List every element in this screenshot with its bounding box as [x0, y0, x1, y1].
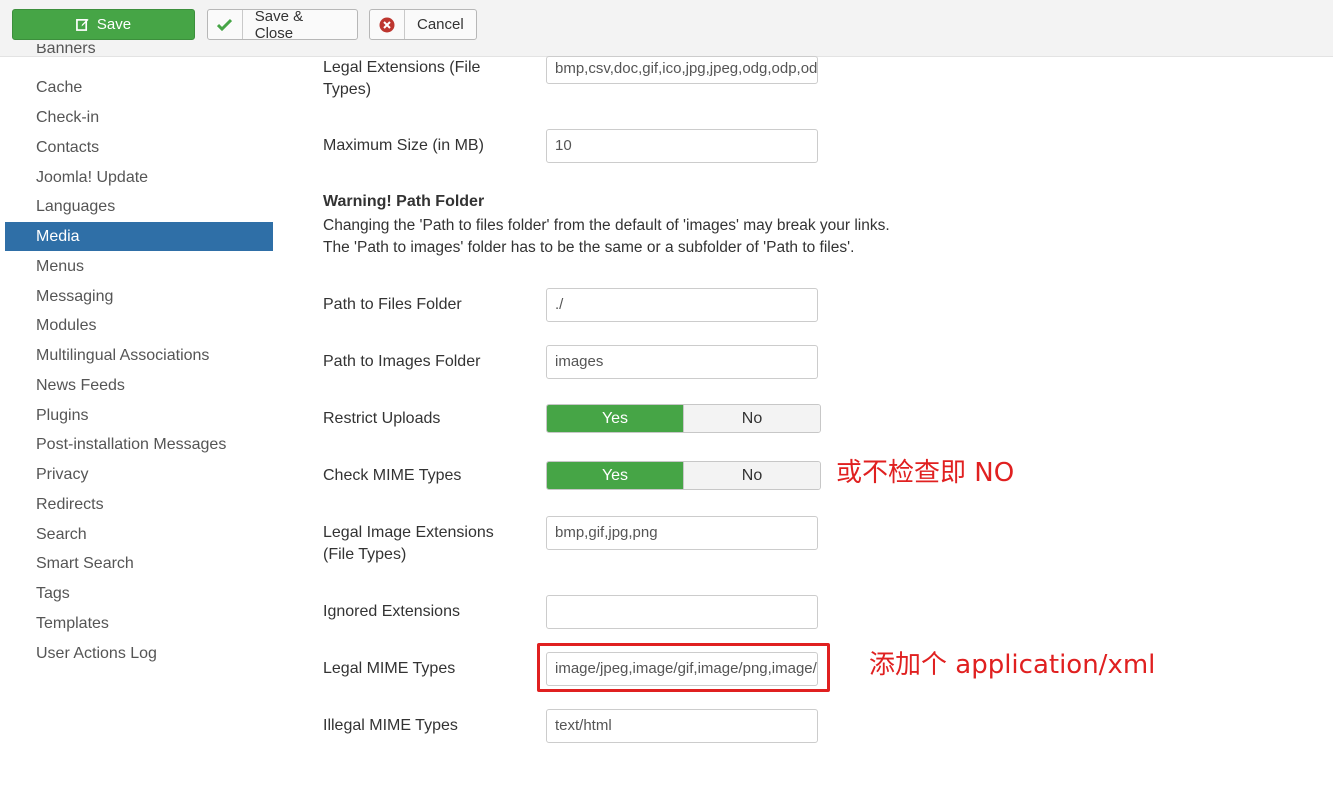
sidebar-item-messaging[interactable]: Messaging [5, 282, 273, 311]
check-mime-yes[interactable]: Yes [547, 462, 684, 489]
legal-image-ext-input[interactable]: bmp,gif,jpg,png [546, 516, 818, 550]
sidebar-item-multilingual-associations[interactable]: Multilingual Associations [5, 341, 273, 370]
sidebar-item-search[interactable]: Search [5, 520, 273, 549]
save-button[interactable]: Save [12, 9, 195, 40]
sidebar-item-label: Joomla! Update [36, 169, 149, 186]
sidebar-item-tags[interactable]: Tags [5, 579, 273, 608]
sidebar-item-label: Cache [36, 79, 83, 96]
path-images-label: Path to Images Folder [323, 353, 481, 370]
sidebar-item-label: Tags [36, 585, 70, 602]
restrict-uploads-toggle: Yes No [546, 404, 821, 433]
ignored-ext-input[interactable] [546, 595, 818, 629]
sidebar-item-label: Plugins [36, 407, 89, 424]
illegal-mime-label: Illegal MIME Types [323, 717, 458, 734]
sidebar-item-label: Search [36, 526, 87, 543]
legal-mime-annotation: 添加个 application/xml [869, 650, 1156, 680]
legal-extensions-input[interactable]: bmp,csv,doc,gif,ico,jpg,jpeg,odg,odp,ods… [546, 56, 818, 84]
edit-icon [75, 18, 89, 31]
sidebar-item-privacy[interactable]: Privacy [5, 460, 273, 489]
sidebar-item-templates[interactable]: Templates [5, 609, 273, 638]
legal-mime-label: Legal MIME Types [323, 660, 456, 677]
save-label: Save [96, 16, 132, 33]
sidebar-item-label: Privacy [36, 466, 89, 483]
sidebar-item-check-in[interactable]: Check-in [5, 103, 273, 132]
sidebar-item-joomla-update[interactable]: Joomla! Update [5, 163, 273, 192]
illegal-mime-input[interactable]: text/html [546, 709, 818, 743]
cancel-label: Cancel [417, 16, 464, 33]
sidebar-item-plugins[interactable]: Plugins [5, 401, 273, 430]
sidebar-item-label: Redirects [36, 496, 104, 513]
legal-extensions-label: Legal Extensions (File Types) [323, 57, 480, 101]
sidebar-item-label: Media [36, 228, 80, 245]
max-size-label: Maximum Size (in MB) [323, 137, 484, 154]
legal-image-ext-label-line1: Legal Image Extensions [323, 524, 494, 541]
highlight-box [537, 643, 830, 692]
sidebar-item-label: Smart Search [36, 555, 134, 572]
sidebar-item-label: Messaging [36, 288, 114, 305]
sidebar-item-label: Contacts [36, 139, 100, 156]
sidebar-item-smart-search[interactable]: Smart Search [5, 549, 273, 578]
max-size-input[interactable]: 10 [546, 129, 818, 163]
legal-extensions-label-line1: Legal Extensions (File [323, 59, 481, 76]
sidebar-item-label: Languages [36, 198, 116, 215]
sidebar-item-redirects[interactable]: Redirects [5, 490, 273, 519]
sidebar-item-media[interactable]: Media [5, 222, 273, 251]
ignored-ext-label: Ignored Extensions [323, 603, 460, 620]
sidebar-item-label: Templates [36, 615, 109, 632]
sidebar-item-banners[interactable]: Banners [5, 44, 273, 68]
check-mime-no[interactable]: No [684, 462, 820, 489]
restrict-uploads-yes[interactable]: Yes [547, 405, 684, 432]
check-mime-label: Check MIME Types [323, 467, 462, 484]
path-images-input[interactable]: images [546, 345, 818, 379]
save-close-label: Save & Close [254, 7, 304, 42]
restrict-uploads-no[interactable]: No [684, 405, 820, 432]
sidebar-item-label: Check-in [36, 109, 100, 126]
sidebar-item-languages[interactable]: Languages [5, 192, 273, 221]
sidebar-item-post-installation-messages[interactable]: Post-installation Messages [5, 430, 273, 459]
legal-image-ext-label-line2: (File Types) [323, 546, 407, 563]
sidebar-item-label: User Actions Log [36, 645, 157, 662]
cancel-icon [370, 10, 405, 39]
sidebar-item-label: Modules [36, 317, 97, 334]
sidebar-item-contacts[interactable]: Contacts [5, 133, 273, 162]
cancel-button[interactable]: Cancel [369, 9, 477, 40]
path-files-label: Path to Files Folder [323, 296, 462, 313]
warning-line-1: Changing the 'Path to files folder' from… [323, 217, 890, 234]
sidebar-item-label: Menus [36, 258, 85, 275]
sidebar-item-news-feeds[interactable]: News Feeds [5, 371, 273, 400]
check-icon [208, 10, 243, 39]
legal-extensions-label-line2: Types) [323, 81, 372, 98]
sidebar-item-label: Post-installation Messages [36, 436, 227, 453]
sidebar-item-cache[interactable]: Cache [5, 73, 273, 102]
sidebar-item-user-actions-log[interactable]: User Actions Log [5, 639, 273, 668]
path-files-input[interactable]: ./ [546, 288, 818, 322]
restrict-uploads-label: Restrict Uploads [323, 410, 441, 427]
save-close-button[interactable]: Save & Close [207, 7, 358, 42]
sidebar-item-menus[interactable]: Menus [5, 252, 273, 281]
legal-image-ext-label: Legal Image Extensions (File Types) [323, 522, 494, 566]
sidebar-item-label: Banners [36, 44, 96, 57]
check-mime-toggle: Yes No [546, 461, 821, 490]
warning-line-2: The 'Path to images' folder has to be th… [323, 239, 855, 256]
check-mime-annotation: 或不检查即 NO [836, 458, 1015, 488]
sidebar-item-label: News Feeds [36, 377, 125, 394]
sidebar-item-label: Multilingual Associations [36, 347, 210, 364]
warning-title: Warning! Path Folder [323, 193, 485, 210]
sidebar-item-modules[interactable]: Modules [5, 311, 273, 340]
